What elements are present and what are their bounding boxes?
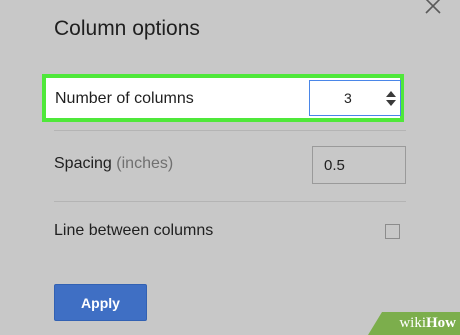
watermark-prefix: wiki xyxy=(399,315,426,331)
column-options-dialog: Column options Number of columns 3 Spaci… xyxy=(0,0,460,335)
divider xyxy=(54,201,406,202)
divider xyxy=(54,130,406,131)
apply-button[interactable]: Apply xyxy=(54,284,147,321)
dialog-title: Column options xyxy=(54,17,200,40)
number-of-columns-spinner[interactable]: 3 xyxy=(309,80,401,116)
watermark-suffix: How xyxy=(426,315,456,331)
spacing-input[interactable]: 0.5 xyxy=(312,146,406,184)
line-between-columns-checkbox[interactable] xyxy=(385,224,400,239)
spacing-label: Spacing (inches) xyxy=(54,155,173,173)
wikihow-watermark: wiki How xyxy=(368,312,460,335)
number-of-columns-label: Number of columns xyxy=(55,90,194,107)
spin-down-icon[interactable] xyxy=(386,100,396,106)
line-between-columns-label: Line between columns xyxy=(54,222,214,239)
spacing-label-text: Spacing xyxy=(54,155,112,172)
number-of-columns-value: 3 xyxy=(344,90,352,106)
close-icon[interactable] xyxy=(423,0,443,16)
spacing-unit: (inches) xyxy=(116,155,174,172)
spacing-value: 0.5 xyxy=(324,157,345,174)
spin-up-icon[interactable] xyxy=(386,91,396,97)
